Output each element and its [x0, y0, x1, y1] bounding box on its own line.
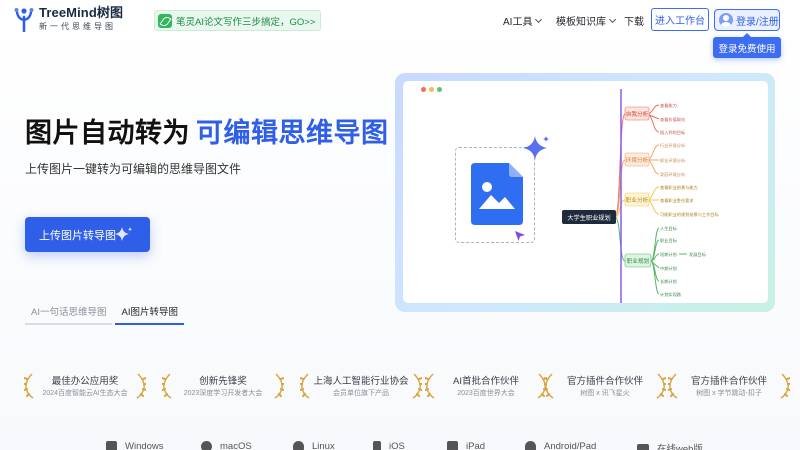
mindmap-leaf: 职业环境分析	[660, 157, 685, 164]
android-icon	[525, 441, 536, 450]
mindmap-leaf: 发展目标	[689, 251, 706, 258]
mindmap-leaf: 查看价值取向	[660, 116, 685, 123]
award-title: 最佳办公应用奖	[51, 376, 119, 387]
login-button[interactable]: 登录/注册	[714, 9, 780, 31]
award-badge: 创新先锋奖 2023深度学习开发者大会	[162, 370, 284, 402]
chevron-down-icon	[535, 15, 543, 23]
laurel-icon	[780, 373, 790, 399]
monitor-icon	[637, 443, 649, 450]
tab-ai-image-to-mindmap[interactable]: AI图片转导图	[115, 301, 184, 325]
tab-ai-sentence-mindmap[interactable]: AI一句话思维导图	[25, 301, 113, 325]
promo-banner[interactable]: 笔灵AI论文写作三步搞定，GO>>	[154, 10, 322, 31]
mindmap-branch-label: 环境分析	[626, 156, 649, 164]
tablet-icon	[447, 441, 458, 450]
nav-download[interactable]: 下载	[624, 13, 644, 28]
tree-logo-icon	[14, 8, 34, 32]
free-signup-tooltip-button[interactable]: 登录免费使用	[713, 33, 781, 58]
login-label: 登录/注册	[736, 16, 779, 28]
platform-label: iOS	[389, 441, 405, 450]
platform-web[interactable]: 在线web版	[637, 441, 703, 450]
workspace-button[interactable]: 进入工作台	[651, 8, 709, 31]
mindmap-leaf: 长期计划	[660, 278, 677, 285]
upload-image-label: 上传图片转导图	[39, 229, 116, 242]
mindmap-leaf: 查看职业前景与能力	[660, 184, 698, 191]
brand-tagline: 新一代思维导图	[39, 22, 116, 31]
mindmap-preview: 大学生职业规划 自我分析 环境分析 职业分析 职业规划 查看能力 查看价值取向 …	[562, 89, 719, 303]
mindmap-branch-label: 自我分析	[626, 110, 649, 118]
laurel-icon	[656, 373, 666, 399]
award-subtitle: 2023深度学习开发者大会	[183, 390, 263, 397]
top-header: TreeMind树图 新一代思维导图 笔灵AI论文写作三步搞定，GO>> AI工…	[0, 0, 800, 40]
platform-ios[interactable]: iOS	[373, 441, 405, 450]
hero-subtitle: 上传图片一键转为可编辑的思维导图文件	[25, 162, 242, 176]
award-title: 官方插件合作伙伴	[690, 376, 767, 387]
award-subtitle: 树图 x 字节跳动-扣子	[696, 390, 762, 397]
award-title: AI首批合作伙伴	[453, 376, 519, 387]
phone-icon	[373, 441, 381, 450]
brand-logo[interactable]: TreeMind树图 新一代思维导图	[13, 6, 123, 32]
platform-windows[interactable]: Windows	[106, 441, 164, 450]
windows-icon	[106, 441, 117, 450]
hero-title-accent: 可编辑思维导图	[196, 118, 389, 148]
brand-name: TreeMind树图	[39, 5, 124, 20]
promo-text: 笔灵AI论文写作三步搞定，GO>>	[176, 16, 316, 28]
award-title: 上海人工智能行业协会	[313, 376, 409, 387]
mindmap-leaf: 中期计划	[660, 265, 677, 272]
mindmap-root-label: 大学生职业规划	[567, 214, 610, 222]
nav-template-library[interactable]: 模板知识库	[556, 13, 617, 28]
mindmap-leaf: 可能职业的规划前景与工作目标	[660, 211, 719, 218]
mindmap-leaf: 家庭环境分析	[660, 171, 685, 178]
mindmap-leaf: 行业环境分析	[660, 142, 685, 149]
mindmap-leaf: 查看职业胜任要求	[660, 197, 694, 204]
chevron-down-icon	[608, 15, 617, 23]
award-title: 官方插件合作伙伴	[566, 376, 643, 387]
award-badge: 官方插件合作伙伴 树图 x 讯飞星火	[544, 370, 666, 402]
award-subtitle: 树图 x 讯飞星火	[580, 390, 630, 397]
award-title: 创新先锋奖	[199, 376, 247, 387]
platform-list: Windows macOS Linux iOS iPad Android/Pad…	[0, 440, 800, 450]
mindmap-leaf: 职业目标	[660, 237, 677, 244]
preview-window: 大学生职业规划 自我分析 环境分析 职业分析 职业规划 查看能力 查看价值取向 …	[403, 81, 768, 303]
platform-android[interactable]: Android/Pad	[525, 441, 596, 450]
award-badge: 上海人工智能行业协会 会员单位旗下产品	[300, 370, 422, 402]
feature-tabs: AI一句话思维导图 AI图片转导图	[25, 301, 184, 325]
award-subtitle: 会员单位旗下产品	[333, 390, 389, 397]
platform-label: Windows	[125, 441, 164, 450]
award-subtitle: 2023百度世界大会	[457, 390, 515, 397]
hero-title: 图片自动转为 可编辑思维导图	[25, 111, 389, 150]
user-avatar-icon	[719, 13, 733, 27]
mindmap-leaf: 计划实现路	[660, 291, 682, 298]
upload-image-button[interactable]: 上传图片转导图	[25, 217, 150, 252]
award-badge: 官方插件合作伙伴 树图 x 字节跳动-扣子	[668, 370, 790, 402]
mindmap-branch-label: 职业分析	[626, 196, 649, 204]
nav-template-library-label: 模板知识库	[556, 17, 606, 28]
platform-label: macOS	[220, 441, 252, 450]
mindmap-leaf: 查看能力	[660, 102, 677, 109]
leaf-icon	[158, 13, 172, 28]
platform-label: iPad	[466, 441, 486, 450]
award-subtitle: 2024百度智能云AI生态大会	[42, 390, 128, 397]
platform-label: 在线web版	[657, 444, 703, 450]
laurel-icon	[136, 373, 146, 399]
mindmap-leaf: 插入到的目标	[660, 129, 685, 136]
award-badge: 最佳办公应用奖 2024百度智能云AI生态大会	[24, 370, 146, 402]
hero-title-main: 图片自动转为	[25, 118, 190, 148]
platform-macos[interactable]: macOS	[201, 441, 252, 450]
nav-download-label: 下载	[624, 17, 644, 28]
nav-ai-tools[interactable]: AI工具	[503, 13, 543, 28]
sparkle-icon	[115, 227, 132, 241]
linux-icon	[293, 441, 304, 450]
platform-label: Android/Pad	[544, 441, 597, 450]
platform-linux[interactable]: Linux	[293, 441, 335, 450]
apple-icon	[201, 441, 212, 450]
mindmap-branch-label: 职业规划	[627, 257, 650, 265]
laurel-icon	[412, 373, 422, 399]
laurel-icon	[274, 373, 284, 399]
award-badge: AI首批合作伙伴 2023百度世界大会	[425, 370, 547, 402]
mindmap-leaf: 人生目标	[660, 225, 677, 232]
platform-ipad[interactable]: iPad	[447, 441, 485, 450]
mindmap-leaf: 短期计划	[660, 251, 677, 258]
platform-label: Linux	[312, 441, 335, 450]
nav-ai-tools-label: AI工具	[503, 17, 533, 28]
